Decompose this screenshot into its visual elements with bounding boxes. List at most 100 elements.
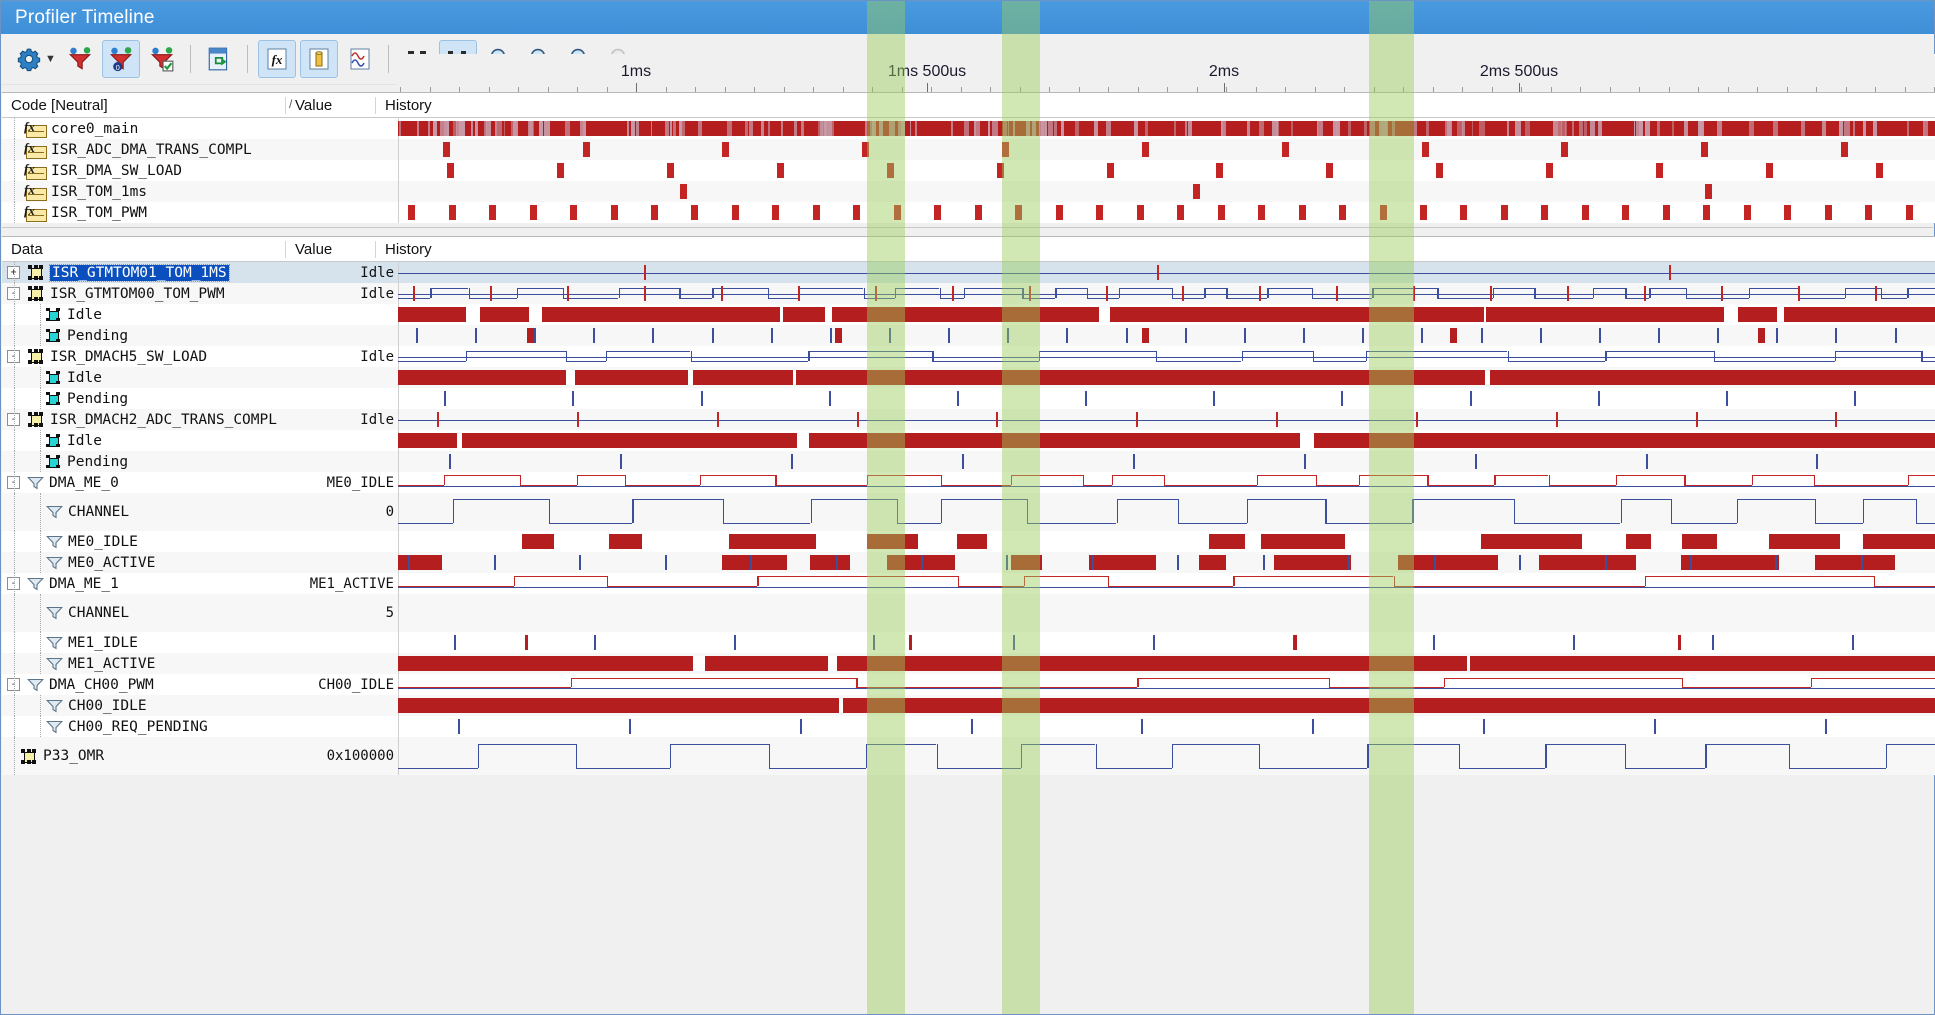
row-history-track[interactable] <box>398 451 1935 472</box>
table-row[interactable]: -DMA_ME_1ME1_ACTIVE <box>2 573 1935 594</box>
row-name-cell[interactable]: +ISR_GTMTOM01_TOM_1MS <box>2 262 302 283</box>
row-name-cell[interactable]: -ISR_DMACH5_SW_LOAD <box>2 346 302 367</box>
table-row[interactable]: +ISR_GTMTOM01_TOM_1MSIdle <box>2 262 1935 283</box>
row-history-track[interactable] <box>398 304 1935 325</box>
row-name-cell[interactable]: Idle <box>2 430 302 451</box>
row-name-cell[interactable]: -DMA_CH00_PWM <box>2 674 302 695</box>
row-name-cell[interactable]: ME1_IDLE <box>2 632 302 653</box>
table-row[interactable]: Idle <box>2 430 1935 451</box>
table-row[interactable]: P33_OMR0x100000 <box>2 737 1935 775</box>
row-name-cell[interactable]: Pending <box>2 451 302 472</box>
row-name-cell[interactable]: fxISR_TOM_PWM <box>2 202 302 223</box>
data-header-history[interactable]: History <box>375 241 1935 258</box>
row-history-track[interactable] <box>398 325 1935 346</box>
row-name-cell[interactable]: CHANNEL <box>2 594 302 632</box>
row-history-track[interactable] <box>398 695 1935 716</box>
row-name-cell[interactable]: ME0_IDLE <box>2 531 302 552</box>
filter-icon[interactable] <box>62 41 98 77</box>
row-name-cell[interactable]: fxISR_TOM_1ms <box>2 181 302 202</box>
table-row[interactable]: CH00_IDLE <box>2 695 1935 716</box>
row-history-track[interactable] <box>398 283 1935 304</box>
function-chart-icon[interactable]: fx <box>258 40 296 78</box>
table-row[interactable]: ME1_IDLE <box>2 632 1935 653</box>
table-row[interactable]: Pending <box>2 388 1935 409</box>
row-history-track[interactable] <box>398 139 1935 160</box>
row-history-track[interactable] <box>398 472 1935 493</box>
row-history-track[interactable] <box>398 594 1935 632</box>
table-row[interactable]: -ISR_DMACH5_SW_LOADIdle <box>2 346 1935 367</box>
data-header-name[interactable]: Data <box>2 241 285 258</box>
row-name-cell[interactable]: Pending <box>2 388 302 409</box>
table-row[interactable]: -ISR_DMACH2_ADC_TRANS_COMPLIdle <box>2 409 1935 430</box>
row-name-cell[interactable]: fxcore0_main <box>2 118 302 139</box>
code-header-name[interactable]: Code [Neutral] <box>2 97 285 114</box>
row-name-cell[interactable]: Pending <box>2 325 302 346</box>
row-history-track[interactable] <box>398 430 1935 451</box>
data-header-value[interactable]: Value <box>285 241 375 258</box>
time-ruler[interactable]: 1ms1ms 500us2ms2ms 500us <box>397 54 1935 92</box>
row-history-track[interactable] <box>398 346 1935 367</box>
row-history-track[interactable] <box>398 160 1935 181</box>
row-name-cell[interactable]: -DMA_ME_1 <box>2 573 302 594</box>
row-name-cell[interactable]: -ISR_GTMTOM00_TOM_PWM <box>2 283 302 304</box>
row-history-track[interactable] <box>398 653 1935 674</box>
table-row[interactable]: fxISR_ADC_DMA_TRANS_COMPL <box>2 139 1935 160</box>
table-row[interactable]: ME0_IDLE <box>2 531 1935 552</box>
row-history-track[interactable] <box>398 118 1935 139</box>
table-row[interactable]: CHANNEL0 <box>2 493 1935 531</box>
wave-chart-icon[interactable] <box>342 41 378 77</box>
table-row[interactable]: -DMA_ME_0ME0_IDLE <box>2 472 1935 493</box>
row-history-track[interactable] <box>398 552 1935 573</box>
row-history-track[interactable] <box>398 531 1935 552</box>
row-name-cell[interactable]: CHANNEL <box>2 493 302 531</box>
filter-check-icon[interactable] <box>144 41 180 77</box>
table-row[interactable]: -DMA_CH00_PWMCH00_IDLE <box>2 674 1935 695</box>
table-row[interactable]: CHANNEL5 <box>2 594 1935 632</box>
table-row[interactable]: Pending <box>2 325 1935 346</box>
row-name-cell[interactable]: ME1_ACTIVE <box>2 653 302 674</box>
table-row[interactable]: -ISR_GTMTOM00_TOM_PWMIdle <box>2 283 1935 304</box>
table-row[interactable]: ME0_ACTIVE <box>2 552 1935 573</box>
row-history-track[interactable] <box>398 632 1935 653</box>
time-marker-band[interactable] <box>867 1 905 1014</box>
table-row[interactable]: fxISR_TOM_1ms <box>2 181 1935 202</box>
row-name-cell[interactable]: CH00_IDLE <box>2 695 302 716</box>
row-history-track[interactable] <box>398 737 1935 775</box>
table-row[interactable]: Idle <box>2 304 1935 325</box>
code-header-history[interactable]: History <box>375 97 1935 114</box>
table-row[interactable]: Idle <box>2 367 1935 388</box>
code-header-sort-indicator[interactable]: / <box>289 97 292 111</box>
row-history-track[interactable] <box>398 262 1935 283</box>
row-history-track[interactable] <box>398 674 1935 695</box>
row-name-cell[interactable]: P33_OMR <box>2 737 302 775</box>
time-marker-band[interactable] <box>1002 1 1040 1014</box>
row-history-track[interactable] <box>398 493 1935 531</box>
bar-chart-icon[interactable] <box>300 40 338 78</box>
filter-zero-icon[interactable]: 0 <box>102 40 140 78</box>
table-row[interactable]: fxISR_DMA_SW_LOAD <box>2 160 1935 181</box>
row-history-track[interactable] <box>398 716 1935 737</box>
table-row[interactable]: CH00_REQ_PENDING <box>2 716 1935 737</box>
export-icon[interactable] <box>201 41 237 77</box>
row-history-track[interactable] <box>398 388 1935 409</box>
table-row[interactable]: Pending <box>2 451 1935 472</box>
row-name-cell[interactable]: -DMA_ME_0 <box>2 472 302 493</box>
row-name-cell[interactable]: fxISR_DMA_SW_LOAD <box>2 160 302 181</box>
row-history-track[interactable] <box>398 409 1935 430</box>
row-history-track[interactable] <box>398 202 1935 223</box>
table-row[interactable]: ME1_ACTIVE <box>2 653 1935 674</box>
time-marker-band[interactable] <box>1369 1 1414 1014</box>
row-history-track[interactable] <box>398 573 1935 594</box>
row-name-cell[interactable]: CH00_REQ_PENDING <box>2 716 302 737</box>
row-name-cell[interactable]: fxISR_ADC_DMA_TRANS_COMPL <box>2 139 302 160</box>
row-history-track[interactable] <box>398 367 1935 388</box>
code-header-value[interactable]: Value <box>285 97 375 114</box>
row-name-cell[interactable]: -ISR_DMACH2_ADC_TRANS_COMPL <box>2 409 302 430</box>
table-row[interactable]: fxISR_TOM_PWM <box>2 202 1935 223</box>
row-name-cell[interactable]: Idle <box>2 367 302 388</box>
table-row[interactable]: fxcore0_main <box>2 118 1935 139</box>
row-name-cell[interactable]: Idle <box>2 304 302 325</box>
row-name-cell[interactable]: ME0_ACTIVE <box>2 552 302 573</box>
row-history-track[interactable] <box>398 181 1935 202</box>
settings-gear-icon[interactable] <box>11 41 47 77</box>
